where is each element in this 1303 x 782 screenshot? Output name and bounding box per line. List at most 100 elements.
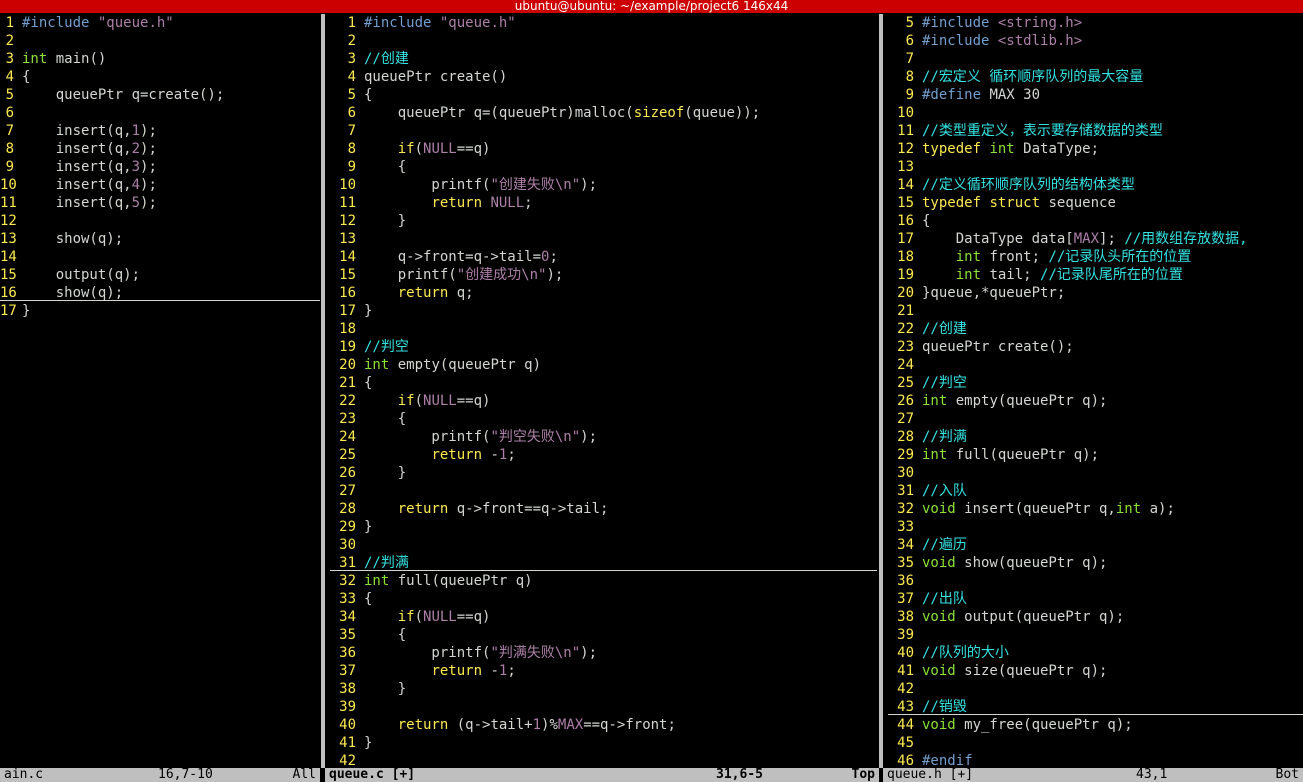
vertical-split-separator[interactable] [879, 14, 883, 768]
code-line[interactable]: 13 show(q); [0, 230, 320, 248]
code-line[interactable]: 8 insert(q,2); [0, 140, 320, 158]
code-line[interactable]: 41 void size(queuePtr q); [888, 662, 1303, 680]
code-line[interactable]: 3 //创建 [330, 50, 877, 68]
vertical-split-separator[interactable] [321, 14, 325, 768]
code-line[interactable]: 4 queuePtr create() [330, 68, 877, 86]
code-line[interactable]: 32 void insert(queuePtr q,int a); [888, 500, 1303, 518]
code-line[interactable]: 20}queue,*queuePtr; [888, 284, 1303, 302]
code-line[interactable]: 18 int front; //记录队头所在的位置 [888, 248, 1303, 266]
code-line[interactable]: 34 if(NULL==q) [330, 608, 877, 626]
code-line[interactable]: 44 void my_free(queuePtr q); [888, 716, 1303, 734]
code-line[interactable]: 29} [330, 518, 877, 536]
code-line[interactable]: 14 [0, 248, 320, 266]
code-line[interactable]: 45 [888, 734, 1303, 752]
code-line[interactable]: 10 [888, 104, 1303, 122]
window-split-divider[interactable] [888, 714, 1303, 715]
code-line[interactable]: 29 int full(queuePtr q); [888, 446, 1303, 464]
code-line[interactable]: 11 return NULL; [330, 194, 877, 212]
code-line[interactable]: 21 [888, 302, 1303, 320]
code-line[interactable]: 24 [888, 356, 1303, 374]
code-line[interactable]: 20 int empty(queuePtr q) [330, 356, 877, 374]
code-line[interactable]: 33 [888, 518, 1303, 536]
code-line[interactable]: 11 //类型重定义，表示要存储数据的类型 [888, 122, 1303, 140]
code-line[interactable]: 24 printf("判空失败\n"); [330, 428, 877, 446]
code-line[interactable]: 12 [0, 212, 320, 230]
code-line[interactable]: 33 { [330, 590, 877, 608]
code-line[interactable]: 12 typedef int DataType; [888, 140, 1303, 158]
code-line[interactable]: 5 #include <string.h> [888, 14, 1303, 32]
code-line[interactable]: 10 insert(q,4); [0, 176, 320, 194]
code-line[interactable]: 32 int full(queuePtr q) [330, 572, 877, 590]
code-line[interactable]: 15 printf("创建成功\n"); [330, 266, 877, 284]
code-line[interactable]: 31 //入队 [888, 482, 1303, 500]
code-line[interactable]: 8 //宏定义 循环顺序队列的最大容量 [888, 68, 1303, 86]
code-line[interactable]: 9 #define MAX 30 [888, 86, 1303, 104]
editor-pane-main-c[interactable]: 1 #include "queue.h" 2 3 int main() 4{5 queue… [0, 14, 320, 768]
code-line[interactable]: 5 queuePtr q=create(); [0, 86, 320, 104]
window-split-divider[interactable] [0, 300, 320, 301]
code-line[interactable]: 30 [330, 536, 877, 554]
code-line[interactable]: 17} [330, 302, 877, 320]
code-line[interactable]: 11 insert(q,5); [0, 194, 320, 212]
code-line[interactable]: 25 return -1; [330, 446, 877, 464]
code-line[interactable]: 15 typedef struct sequence [888, 194, 1303, 212]
code-line[interactable]: 21 { [330, 374, 877, 392]
code-line[interactable]: 28 //判满 [888, 428, 1303, 446]
code-line[interactable]: 6 [0, 104, 320, 122]
code-line[interactable]: 40 //队列的大小 [888, 644, 1303, 662]
code-line[interactable]: 2 [0, 32, 320, 50]
code-line[interactable]: 13 [888, 158, 1303, 176]
code-line[interactable]: 26 int empty(queuePtr q); [888, 392, 1303, 410]
code-line[interactable]: 26 } [330, 464, 877, 482]
code-line[interactable]: 2 [330, 32, 877, 50]
code-line[interactable]: 30 [888, 464, 1303, 482]
code-line[interactable]: 25 //判空 [888, 374, 1303, 392]
code-line[interactable]: 39 [330, 698, 877, 716]
code-line[interactable]: 38 void output(queuePtr q); [888, 608, 1303, 626]
code-line[interactable]: 9 insert(q,3); [0, 158, 320, 176]
editor-pane-queue-c[interactable]: 1 #include "queue.h" 2 3//创建 4 queuePtr creat… [330, 14, 877, 768]
window-split-divider[interactable] [330, 570, 877, 571]
code-line[interactable]: 18 [330, 320, 877, 338]
code-line[interactable]: 14 //定义循环顺序队列的结构体类型 [888, 176, 1303, 194]
code-line[interactable]: 16 return q; [330, 284, 877, 302]
code-line[interactable]: 22 if(NULL==q) [330, 392, 877, 410]
code-line[interactable]: 41} [330, 734, 877, 752]
editor-pane-queue-h[interactable]: 5 #include <string.h> 6 #include <stdlib.h>… [888, 14, 1303, 768]
code-line[interactable]: 28 return q->front==q->tail; [330, 500, 877, 518]
code-line[interactable]: 10 printf("创建失败\n"); [330, 176, 877, 194]
code-line[interactable]: 6 #include <stdlib.h> [888, 32, 1303, 50]
code-line[interactable]: 12 } [330, 212, 877, 230]
code-line[interactable]: 40 return (q->tail+1)%MAX==q->front; [330, 716, 877, 734]
code-line[interactable]: 14 q->front=q->tail=0; [330, 248, 877, 266]
code-line[interactable]: 17} [0, 302, 320, 320]
code-line[interactable]: 6 queuePtr q=(queuePtr)malloc(sizeof(que… [330, 104, 877, 122]
code-line[interactable]: 22 //创建 [888, 320, 1303, 338]
code-line[interactable]: 35 { [330, 626, 877, 644]
code-line[interactable]: 42 [330, 752, 877, 768]
code-line[interactable]: 1 #include "queue.h" [330, 14, 877, 32]
code-line[interactable]: 7 [330, 122, 877, 140]
code-line[interactable]: 5{ [330, 86, 877, 104]
code-line[interactable]: 38 } [330, 680, 877, 698]
code-line[interactable]: 27 [888, 410, 1303, 428]
code-line[interactable]: 17 DataType data[MAX]; //用数组存放数据, [888, 230, 1303, 248]
code-line[interactable]: 42 [888, 680, 1303, 698]
code-line[interactable]: 8 if(NULL==q) [330, 140, 877, 158]
code-line[interactable]: 35 void show(queuePtr q); [888, 554, 1303, 572]
code-line[interactable]: 37 //出队 [888, 590, 1303, 608]
code-line[interactable]: 19 //判空 [330, 338, 877, 356]
code-line[interactable]: 39 [888, 626, 1303, 644]
code-line[interactable]: 36 [888, 572, 1303, 590]
code-line[interactable]: 23 queuePtr create(); [888, 338, 1303, 356]
code-line[interactable]: 13 [330, 230, 877, 248]
code-line[interactable]: 1 #include "queue.h" [0, 14, 320, 32]
code-line[interactable]: 4{ [0, 68, 320, 86]
code-line[interactable]: 9 { [330, 158, 877, 176]
code-line[interactable]: 7 [888, 50, 1303, 68]
code-line[interactable]: 34 //遍历 [888, 536, 1303, 554]
code-line[interactable]: 3 int main() [0, 50, 320, 68]
code-line[interactable]: 46 #endif [888, 752, 1303, 768]
code-line[interactable]: 37 return -1; [330, 662, 877, 680]
code-line[interactable]: 16 { [888, 212, 1303, 230]
